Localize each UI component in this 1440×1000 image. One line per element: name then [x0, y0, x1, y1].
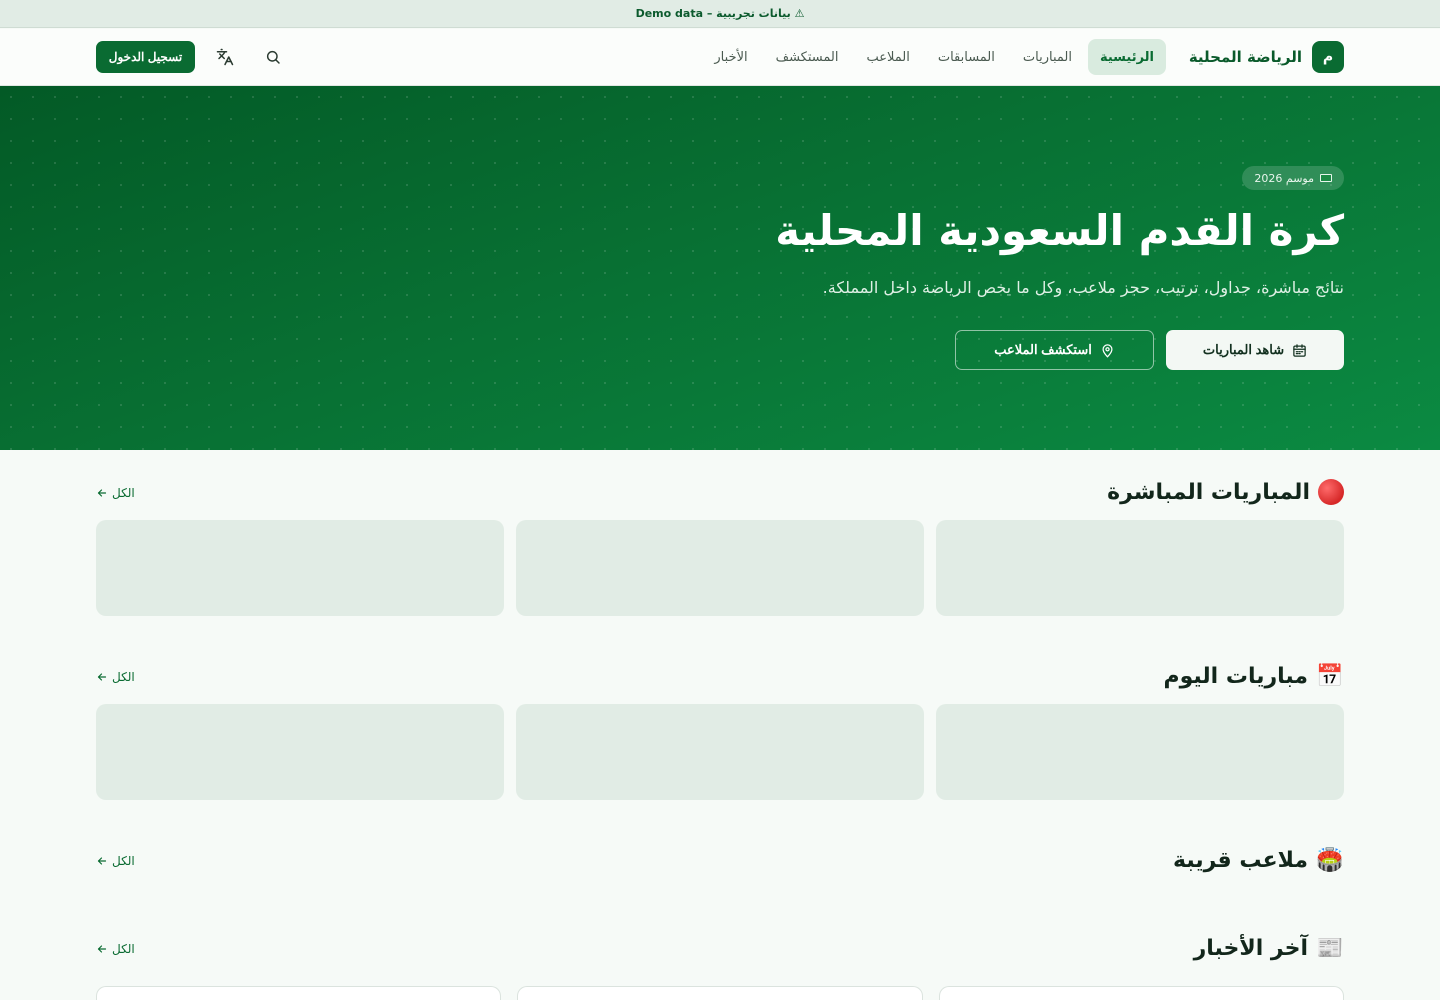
live-red-circle-icon	[1318, 479, 1344, 505]
explore-venues-label: استكشف الملاعب	[994, 342, 1092, 357]
search-button[interactable]	[257, 41, 289, 73]
news-cards	[96, 986, 1344, 1000]
calendar-icon	[1293, 343, 1306, 357]
live-matches-title: المباريات المباشرة	[1107, 479, 1310, 505]
match-card-placeholder[interactable]	[96, 704, 504, 800]
section-header: المباريات المباشرة الكل	[96, 476, 1344, 508]
stadium-emoji-icon: 🏟️	[1316, 847, 1344, 873]
see-all-label: الكل	[112, 942, 135, 956]
nav-item-news[interactable]: الأخبار	[702, 39, 759, 75]
match-card-placeholder[interactable]	[936, 704, 1344, 800]
section-title: 📰 آخر الأخبار	[1194, 932, 1344, 964]
explore-venues-button[interactable]: استكشف الملاعب	[955, 330, 1154, 370]
latest-news-section: 📰 آخر الأخبار الكل	[96, 932, 1344, 1000]
brand-logo: م	[1312, 41, 1344, 73]
see-all-label: الكل	[112, 670, 135, 684]
section-header: 📅 مباريات اليوم الكل	[96, 660, 1344, 692]
section-title: المباريات المباشرة	[1107, 476, 1344, 508]
watch-matches-button[interactable]: شاهد المباريات	[1166, 330, 1344, 370]
news-card[interactable]	[938, 986, 1344, 1000]
nearby-venues-title: ملاعب قريبة	[1173, 847, 1308, 873]
nav-item-explorer[interactable]: المستكشف	[764, 39, 851, 75]
hero-subtitle: نتائج مباشرة، جداول، ترتيب، حجز ملاعب، و…	[822, 278, 1344, 297]
venues-see-all-link[interactable]: الكل	[96, 852, 135, 870]
match-card-placeholder[interactable]	[96, 520, 504, 616]
newspaper-emoji-icon: 📰	[1316, 935, 1344, 961]
hero-actions: شاهد المباريات استكشف الملاعب	[955, 330, 1344, 370]
live-matches-section: المباريات المباشرة الكل	[96, 476, 1344, 626]
section-title: 🏟️ ملاعب قريبة	[1173, 844, 1344, 876]
today-see-all-link[interactable]: الكل	[96, 668, 135, 686]
latest-news-title: آخر الأخبار	[1193, 935, 1308, 961]
live-matches-cards	[96, 520, 1344, 616]
section-header: 📰 آخر الأخبار الكل	[96, 932, 1344, 964]
brand[interactable]: م الرياضة المحلية	[1189, 41, 1344, 73]
header-actions: تسجيل الدخول	[96, 41, 280, 73]
nav-item-venues[interactable]: الملاعب	[854, 39, 921, 75]
nav-item-matches[interactable]: المباريات	[1011, 39, 1084, 75]
nav-item-competitions[interactable]: المسابقات	[926, 39, 1007, 75]
today-matches-title: مباريات اليوم	[1163, 663, 1308, 689]
see-all-label: الكل	[112, 854, 135, 868]
match-card-placeholder[interactable]	[936, 520, 1344, 616]
section-title: 📅 مباريات اليوم	[1163, 660, 1344, 692]
today-matches-section: 📅 مباريات اليوم الكل	[96, 660, 1344, 810]
arrow-left-icon	[97, 857, 107, 865]
demo-data-banner: ⚠ بيانات تجريبية – Demo data	[0, 0, 1440, 28]
login-button[interactable]: تسجيل الدخول	[96, 41, 195, 73]
hero-content: موسم 2026 كرة القدم السعودية المحلية نتا…	[644, 86, 1344, 450]
brand-name: الرياضة المحلية	[1188, 48, 1302, 66]
arrow-left-icon	[97, 673, 107, 681]
live-see-all-link[interactable]: الكل	[96, 484, 135, 502]
nav-item-home[interactable]: الرئيسية	[1087, 39, 1166, 75]
nearby-venues-section: 🏟️ ملاعب قريبة الكل	[96, 844, 1344, 884]
news-card[interactable]	[517, 986, 923, 1000]
news-card[interactable]	[96, 986, 502, 1000]
news-see-all-link[interactable]: الكل	[96, 940, 135, 958]
season-badge: موسم 2026	[1242, 166, 1344, 190]
match-card-placeholder[interactable]	[516, 704, 924, 800]
watch-matches-label: شاهد المباريات	[1202, 342, 1285, 357]
main-nav: الرئيسية المباريات المسابقات الملاعب الم…	[702, 39, 1166, 75]
today-matches-cards	[96, 704, 1344, 800]
arrow-left-icon	[97, 489, 107, 497]
saudi-flag-icon	[1320, 174, 1332, 182]
translate-icon	[216, 48, 234, 66]
arrow-left-icon	[97, 945, 107, 953]
section-header: 🏟️ ملاعب قريبة الكل	[96, 844, 1344, 876]
language-toggle-button[interactable]	[209, 41, 241, 73]
season-badge-label: موسم 2026	[1254, 171, 1314, 185]
search-icon	[266, 50, 280, 64]
calendar-emoji-icon: 📅	[1316, 663, 1344, 689]
hero-section: موسم 2026 كرة القدم السعودية المحلية نتا…	[0, 86, 1440, 450]
site-header: م الرياضة المحلية الرئيسية المباريات الم…	[0, 29, 1440, 86]
hero-title: كرة القدم السعودية المحلية	[775, 206, 1344, 255]
match-card-placeholder[interactable]	[516, 520, 924, 616]
map-pin-icon	[1102, 343, 1113, 358]
see-all-label: الكل	[112, 486, 135, 500]
demo-banner-text: ⚠ بيانات تجريبية – Demo data	[635, 7, 805, 20]
